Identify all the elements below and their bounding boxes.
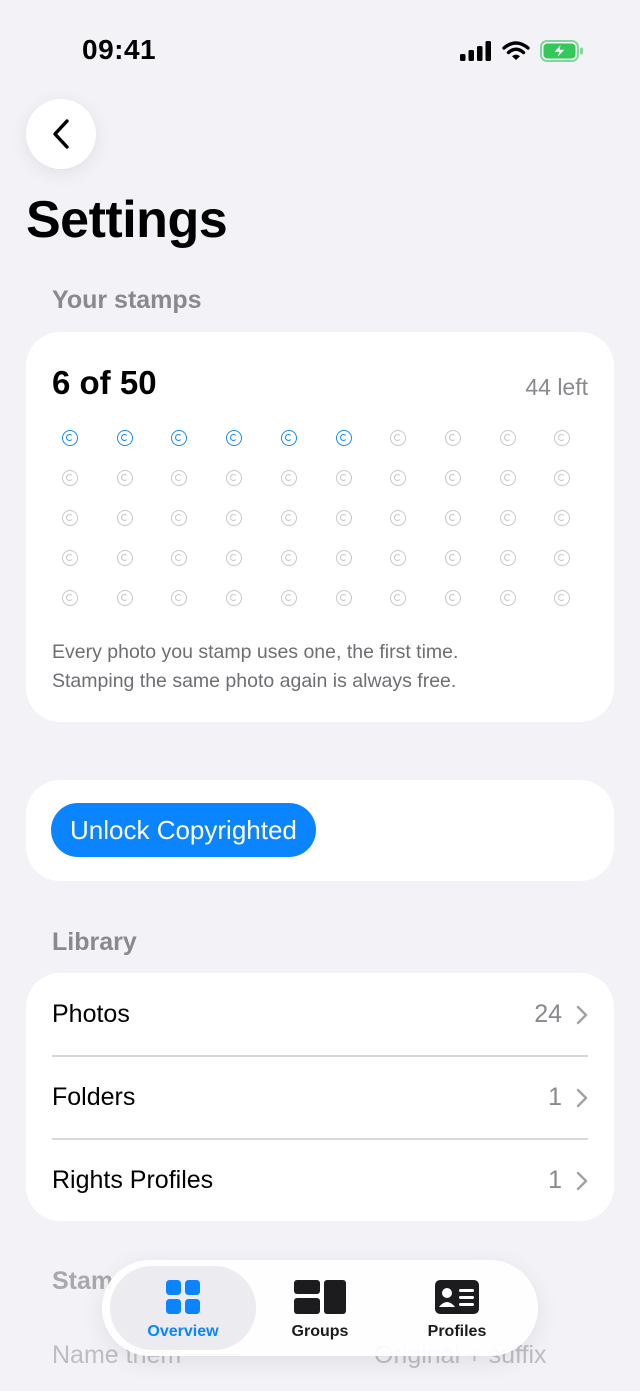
library-row-label: Rights Profiles <box>52 1166 214 1194</box>
chevron-right-icon <box>576 1088 588 1107</box>
stamp-used-icon <box>171 430 187 446</box>
stamp-available-icon <box>226 510 242 526</box>
battery-charging-icon <box>540 40 583 62</box>
unlock-card: Unlock Copyrighted <box>26 780 614 881</box>
stamp-available-icon <box>171 470 187 486</box>
cellular-signal-icon <box>460 41 491 61</box>
stamp-available-icon <box>445 550 461 566</box>
library-section-label: Library <box>52 928 137 956</box>
status-bar: 09:41 <box>0 0 640 100</box>
stamp-available-icon <box>171 590 187 606</box>
stamp-available-icon <box>336 510 352 526</box>
stamps-note-line: Every photo you stamp uses one, the firs… <box>52 641 459 663</box>
stamp-available-icon <box>117 550 133 566</box>
stamp-grid <box>62 430 584 620</box>
stamp-used-icon <box>62 430 78 446</box>
tab-label: Profiles <box>427 1323 487 1340</box>
stamp-available-icon <box>390 510 406 526</box>
library-row-count: 1 <box>548 1166 562 1194</box>
stamp-available-icon <box>554 430 570 446</box>
stamp-available-icon <box>554 590 570 606</box>
status-time: 09:41 <box>82 34 157 65</box>
stamp-available-icon <box>390 430 406 446</box>
chevron-right-icon <box>576 1171 588 1190</box>
tab-profiles[interactable]: Profiles <box>384 1266 530 1350</box>
stamps-remaining: 44 left <box>525 374 588 400</box>
stamps-note-line: Stamping the same photo again is always … <box>52 670 457 692</box>
stamp-available-icon <box>336 590 352 606</box>
stamp-available-icon <box>62 590 78 606</box>
stamp-available-icon <box>117 510 133 526</box>
unlock-copyrighted-button[interactable]: Unlock Copyrighted <box>51 803 316 857</box>
stamp-available-icon <box>500 550 516 566</box>
tab-bar: Overview Groups Profiles <box>102 1260 538 1356</box>
stamp-available-icon <box>226 590 242 606</box>
stamp-available-icon <box>171 550 187 566</box>
stamp-available-icon <box>500 470 516 486</box>
stamp-available-icon <box>62 510 78 526</box>
tab-groups[interactable]: Groups <box>247 1266 393 1350</box>
grid-icon <box>166 1280 200 1314</box>
chevron-left-icon <box>53 119 69 149</box>
wifi-icon <box>502 41 530 60</box>
stamp-available-icon <box>500 510 516 526</box>
stamp-available-icon <box>171 510 187 526</box>
chevron-right-icon <box>576 1005 588 1024</box>
stamp-available-icon <box>281 590 297 606</box>
stamp-available-icon <box>281 470 297 486</box>
stamps-count: 6 of 50 <box>52 364 157 401</box>
tab-overview[interactable]: Overview <box>110 1266 256 1350</box>
stamp-available-icon <box>390 590 406 606</box>
stamp-available-icon <box>226 550 242 566</box>
library-row-count: 24 <box>534 1000 562 1028</box>
stamp-available-icon <box>226 470 242 486</box>
stamp-available-icon <box>554 470 570 486</box>
stamp-used-icon <box>281 430 297 446</box>
stamp-available-icon <box>500 590 516 606</box>
library-row-folders[interactable]: Folders 1 <box>52 1056 588 1139</box>
stamps-note: Every photo you stamp uses one, the firs… <box>52 638 592 696</box>
groups-icon <box>294 1280 346 1314</box>
tab-label: Groups <box>291 1323 349 1340</box>
stamp-used-icon <box>336 430 352 446</box>
library-row-count: 1 <box>548 1083 562 1111</box>
stamp-available-icon <box>336 470 352 486</box>
stamps-card: 6 of 50 44 left Every photo you stamp us… <box>26 332 614 722</box>
stamp-available-icon <box>445 590 461 606</box>
library-row-label: Photos <box>52 1000 130 1028</box>
stamp-available-icon <box>554 510 570 526</box>
page-title: Settings <box>26 191 228 249</box>
stamp-used-icon <box>117 430 133 446</box>
stamp-available-icon <box>62 550 78 566</box>
stamp-available-icon <box>500 430 516 446</box>
stamp-available-icon <box>117 590 133 606</box>
library-row-rights-profiles[interactable]: Rights Profiles 1 <box>52 1139 588 1222</box>
library-card: Photos 24 Folders 1 Rights Profiles 1 <box>26 973 614 1221</box>
tab-label: Overview <box>147 1323 219 1340</box>
stamp-available-icon <box>62 470 78 486</box>
library-row-label: Folders <box>52 1083 136 1111</box>
stamp-available-icon <box>390 470 406 486</box>
stamp-available-icon <box>554 550 570 566</box>
stamp-used-icon <box>226 430 242 446</box>
stamp-available-icon <box>445 470 461 486</box>
stamp-available-icon <box>336 550 352 566</box>
stamp-available-icon <box>445 430 461 446</box>
back-button[interactable] <box>26 99 96 169</box>
stamp-available-icon <box>117 470 133 486</box>
library-row-photos[interactable]: Photos 24 <box>52 973 588 1056</box>
stamp-available-icon <box>281 550 297 566</box>
stamp-available-icon <box>445 510 461 526</box>
stamp-available-icon <box>281 510 297 526</box>
id-card-icon <box>435 1280 479 1314</box>
stamps-section-label: Your stamps <box>52 286 202 314</box>
stamp-available-icon <box>390 550 406 566</box>
status-icons <box>460 40 584 62</box>
